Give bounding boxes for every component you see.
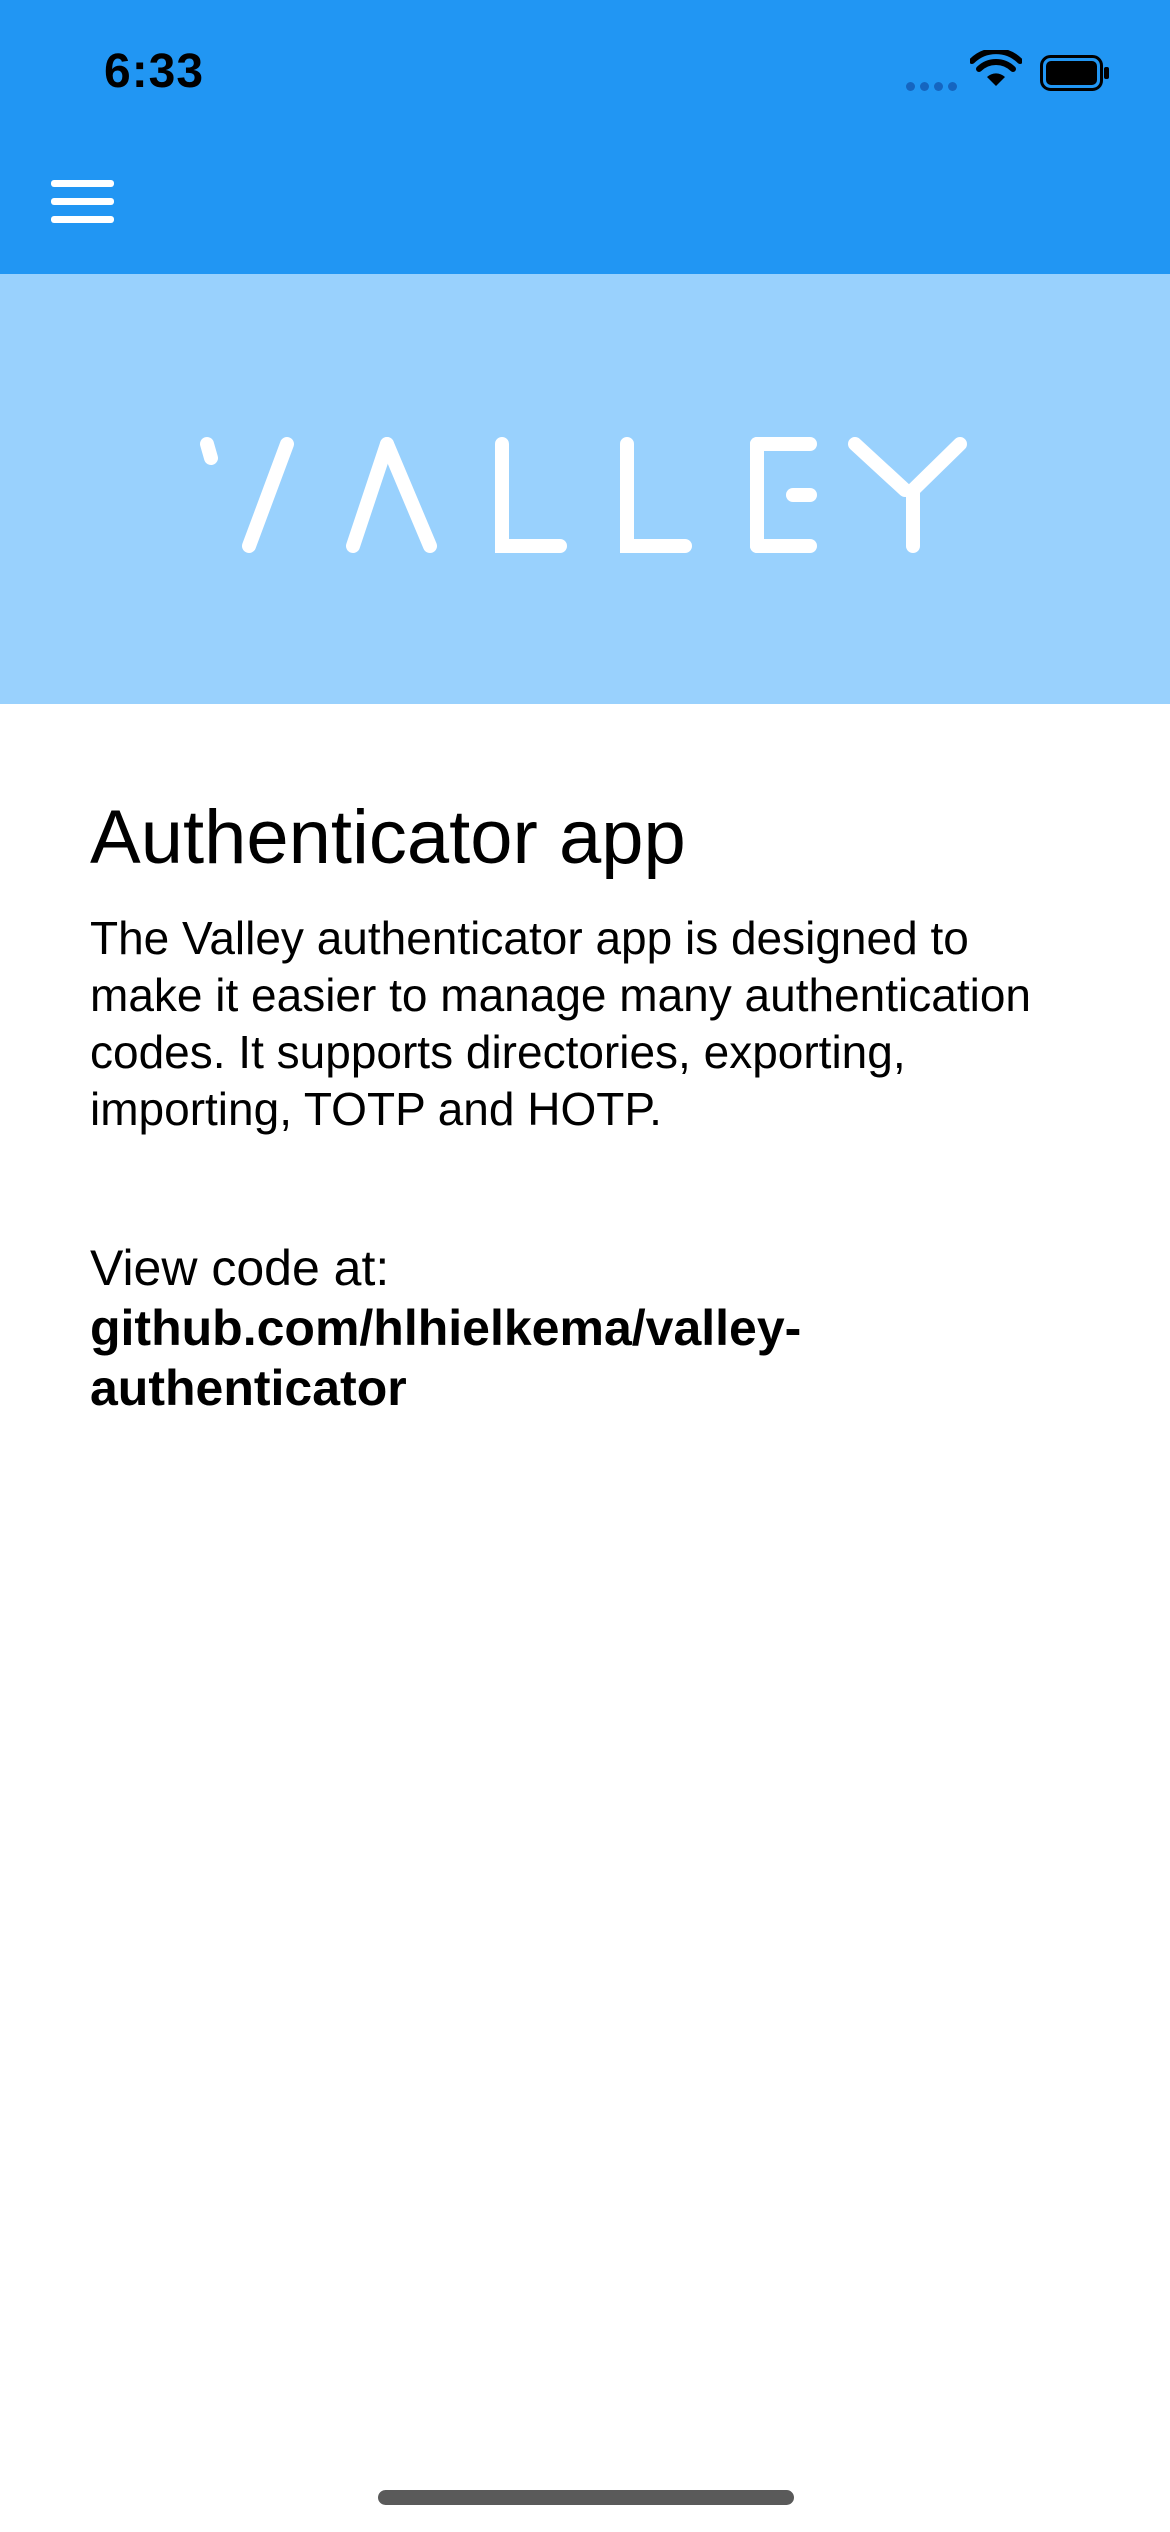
valley-logo bbox=[200, 437, 967, 553]
app-description: The Valley authenticator app is designed… bbox=[90, 912, 1031, 1135]
home-indicator[interactable] bbox=[378, 2490, 794, 2505]
view-code-label: View code at: bbox=[90, 1240, 390, 1296]
menu-button[interactable] bbox=[44, 170, 120, 234]
cellular-signal-icon bbox=[906, 82, 960, 92]
app-header: 6:33 bbox=[0, 0, 1170, 274]
view-code-line: View code at: github.com/hlhielkema/vall… bbox=[90, 1238, 1090, 1418]
battery-icon bbox=[1040, 55, 1109, 91]
page-title: Authenticator app bbox=[90, 795, 686, 880]
repository-link[interactable]: github.com/hlhielkema/valley-authenticat… bbox=[90, 1300, 801, 1416]
about-section: Authenticator app The Valley authenticat… bbox=[90, 792, 1090, 1418]
wifi-icon bbox=[970, 50, 1022, 86]
status-time: 6:33 bbox=[104, 45, 205, 98]
